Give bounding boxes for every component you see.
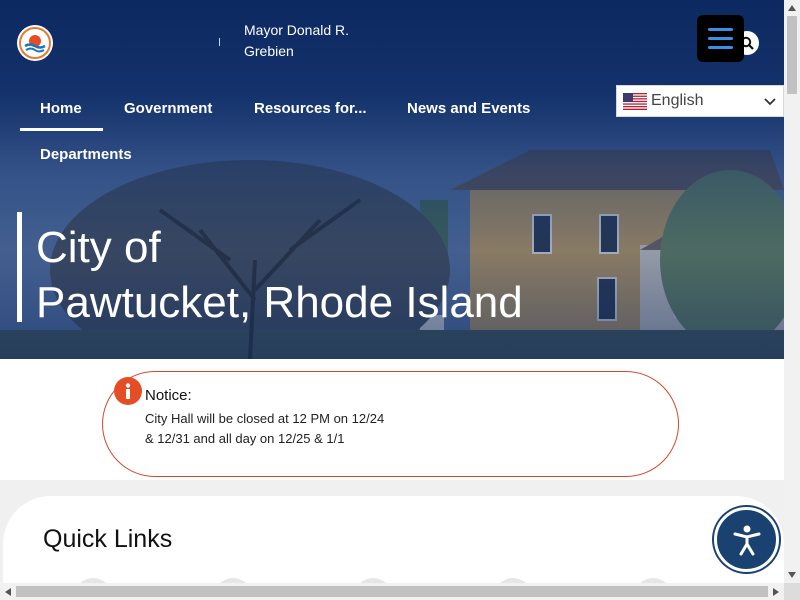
nav-government[interactable]: Government	[124, 100, 212, 117]
page-title-line1: City of	[36, 223, 161, 272]
accessibility-icon	[733, 525, 760, 555]
horizontal-scrollbar-thumb[interactable]	[16, 586, 768, 597]
notice-body: City Hall will be closed at 12 PM on 12/…	[145, 411, 385, 446]
page-title: City of Pawtucket, Rhode Island	[36, 220, 523, 330]
chevron-down-icon	[764, 98, 776, 106]
scroll-down-arrow-icon[interactable]	[784, 567, 800, 583]
nav-news-events[interactable]: News and Events	[407, 100, 530, 117]
hamburger-menu-icon	[708, 28, 733, 31]
nav-departments[interactable]: Departments	[40, 146, 132, 163]
vertical-scrollbar-thumb[interactable]	[787, 16, 797, 94]
scroll-left-arrow-icon[interactable]	[0, 583, 16, 600]
scroll-up-arrow-icon[interactable]	[784, 0, 800, 16]
nav-active-indicator	[20, 128, 103, 131]
nav-home[interactable]: Home	[40, 100, 82, 117]
info-icon	[114, 377, 142, 405]
accessibility-button[interactable]	[714, 507, 779, 572]
menu-button[interactable]	[697, 15, 744, 62]
us-flag-icon	[623, 92, 647, 110]
mayor-name[interactable]: Mayor Donald R. Grebien	[244, 20, 374, 62]
language-selector[interactable]: English	[616, 85, 784, 117]
notice-title: Notice:	[145, 387, 192, 404]
city-seal-icon	[19, 27, 51, 59]
title-accent-bar	[17, 212, 22, 322]
quick-links-title: Quick Links	[43, 525, 173, 553]
city-seal-logo[interactable]	[17, 25, 53, 61]
header-divider	[219, 38, 220, 46]
nav-resources[interactable]: Resources for...	[254, 100, 367, 117]
page-title-line2: Pawtucket, Rhode Island	[36, 278, 523, 327]
language-label: English	[651, 92, 704, 109]
scroll-right-arrow-icon[interactable]	[768, 583, 784, 600]
scrollbar-corner	[784, 583, 800, 600]
notice-section	[0, 359, 784, 480]
